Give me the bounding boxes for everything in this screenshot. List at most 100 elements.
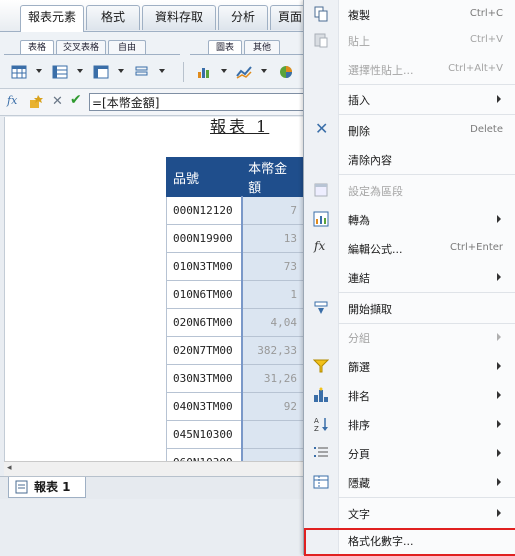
- cell-code[interactable]: 000N12120: [165, 196, 243, 225]
- menu-item-label: 清除內容: [348, 154, 392, 167]
- drill-icon: [314, 301, 328, 314]
- menu-item-insert[interactable]: 插入: [304, 85, 515, 114]
- column-header-amount[interactable]: 本幣金額: [241, 157, 305, 197]
- submenu-arrow-icon: [497, 509, 501, 517]
- menu-item-delete[interactable]: ✕ 刪除 Delete: [304, 116, 515, 145]
- cell-amount[interactable]: 7: [240, 196, 305, 225]
- menu-item-hide[interactable]: 隱藏: [304, 468, 515, 497]
- menu-item-label: 編輯公式...: [348, 243, 403, 256]
- chevron-down-icon[interactable]: [159, 69, 165, 73]
- report-table[interactable]: 品號 本幣金額 000N12120 7 000N19900 13 010N3TM00…: [165, 157, 305, 461]
- subtab-chart[interactable]: 圖表: [208, 40, 242, 55]
- chevron-down-icon[interactable]: [221, 69, 227, 73]
- report-title: 報表 1: [210, 117, 270, 136]
- subtab-crosstab[interactable]: 交叉表格: [56, 40, 106, 55]
- menu-item-copy[interactable]: 複製 Ctrl+C: [304, 0, 515, 29]
- menu-item-label: 分組: [348, 332, 370, 345]
- chevron-down-icon[interactable]: [77, 69, 83, 73]
- sheet-tab-report-1[interactable]: 報表 1: [8, 477, 86, 498]
- table-row[interactable]: 010N6TM00 1: [165, 280, 305, 309]
- cell-code[interactable]: 020N6TM00: [165, 308, 243, 337]
- cell-code[interactable]: 045N10300: [165, 420, 243, 449]
- vertical-table-icon[interactable]: [11, 64, 27, 80]
- cell-amount[interactable]: [240, 448, 305, 461]
- formula-input[interactable]: =[本幣金額]: [89, 93, 319, 111]
- menu-item-clear-contents[interactable]: 清除內容: [304, 145, 515, 174]
- table-row[interactable]: 000N19900 13: [165, 224, 305, 253]
- cell-amount[interactable]: 13: [240, 224, 305, 253]
- cell-amount[interactable]: 73: [240, 252, 305, 281]
- cell-code[interactable]: 010N6TM00: [165, 280, 243, 309]
- menu-item-group[interactable]: 分組: [304, 323, 515, 352]
- cell-code[interactable]: 020N7TM00: [165, 336, 243, 365]
- paste-icon: [314, 33, 328, 48]
- cell-amount[interactable]: [240, 420, 305, 449]
- menu-item-start-drill[interactable]: 開始擷取: [304, 294, 515, 323]
- subtab-table[interactable]: 表格: [20, 40, 54, 55]
- subtab-freeform[interactable]: 自由: [108, 40, 146, 55]
- chevron-down-icon[interactable]: [261, 69, 267, 73]
- menu-item-edit-formula[interactable]: fx 編輯公式... Ctrl+Enter: [304, 234, 515, 263]
- horizontal-table-icon[interactable]: [52, 64, 68, 80]
- menu-item-filter[interactable]: 篩選: [304, 352, 515, 381]
- sort-icon: AZ: [314, 417, 328, 432]
- table-row[interactable]: 040N3TM00 92: [165, 392, 305, 421]
- table-row[interactable]: 020N7TM00 382,33: [165, 336, 305, 365]
- menu-item-label: 隱藏: [348, 477, 370, 490]
- submenu-arrow-icon: [497, 333, 501, 341]
- list-table-icon[interactable]: [134, 64, 150, 80]
- column-header-code[interactable]: 品號: [165, 157, 243, 197]
- menu-item-text[interactable]: 文字: [304, 499, 515, 528]
- subtab-other[interactable]: 其他: [244, 40, 280, 55]
- submenu-arrow-icon: [497, 478, 501, 486]
- table-row[interactable]: 000N12120 7: [165, 196, 305, 225]
- cell-amount[interactable]: 31,26: [240, 364, 305, 393]
- horizontal-scrollbar[interactable]: ◂: [4, 461, 304, 476]
- cell-amount[interactable]: 4,04: [240, 308, 305, 337]
- scroll-left-icon[interactable]: ◂: [7, 463, 12, 473]
- tab-format[interactable]: 格式: [86, 5, 140, 30]
- menu-item-paste[interactable]: 貼上 Ctrl+V: [304, 26, 515, 55]
- cell-code[interactable]: 040N3TM00: [165, 392, 243, 421]
- table-row[interactable]: 020N6TM00 4,04: [165, 308, 305, 337]
- tab-data-access[interactable]: 資料存取: [142, 5, 216, 30]
- menu-item-paste-special[interactable]: 選擇性貼上... Ctrl+Alt+V: [304, 55, 515, 84]
- cell-code[interactable]: 000N19900: [165, 224, 243, 253]
- menu-item-shortcut: Ctrl+Alt+V: [448, 63, 503, 74]
- chevron-down-icon[interactable]: [36, 69, 42, 73]
- chevron-down-icon[interactable]: [118, 69, 124, 73]
- table-row[interactable]: 045N10300: [165, 420, 305, 449]
- cell-amount[interactable]: 92: [240, 392, 305, 421]
- variable-icon[interactable]: [28, 94, 44, 110]
- menu-item-label: 貼上: [348, 35, 370, 48]
- table-row[interactable]: 060N10300: [165, 448, 305, 461]
- sheet-tab-label: 報表 1: [34, 480, 71, 494]
- menu-item-set-as-section[interactable]: 設定為區段: [304, 176, 515, 205]
- form-table-icon[interactable]: [93, 64, 109, 80]
- cell-code[interactable]: 010N3TM00: [165, 252, 243, 281]
- menu-item-ranking[interactable]: 排名: [304, 381, 515, 410]
- bar-chart-icon[interactable]: [196, 64, 212, 80]
- cell-code[interactable]: 030N3TM00: [165, 364, 243, 393]
- cell-amount[interactable]: 382,33: [240, 336, 305, 365]
- menu-item-sort[interactable]: AZ 排序: [304, 410, 515, 439]
- menu-item-break[interactable]: 分頁: [304, 439, 515, 468]
- validate-check-icon[interactable]: ✔: [70, 92, 82, 108]
- pie-chart-icon[interactable]: [278, 64, 294, 80]
- svg-text:A: A: [314, 417, 319, 425]
- menu-item-linking[interactable]: 連結: [304, 263, 515, 292]
- line-chart-icon[interactable]: [236, 64, 252, 80]
- table-row[interactable]: 030N3TM00 31,26: [165, 364, 305, 393]
- table-row[interactable]: 010N3TM00 73: [165, 252, 305, 281]
- menu-item-turn-into[interactable]: 轉為: [304, 205, 515, 234]
- cell-code[interactable]: 060N10300: [165, 448, 243, 461]
- cancel-x-icon[interactable]: ✕: [52, 94, 63, 109]
- tab-report-elements[interactable]: 報表元素: [20, 5, 84, 32]
- menu-item-shortcut: Delete: [470, 124, 503, 135]
- submenu-arrow-icon: [497, 215, 501, 223]
- filter-icon: [313, 359, 329, 373]
- cell-amount[interactable]: 1: [240, 280, 305, 309]
- formula-fx-icon[interactable]: fx: [7, 94, 17, 107]
- tab-analysis[interactable]: 分析: [218, 5, 268, 30]
- sheet-tab-bar: 報表 1: [0, 476, 304, 499]
